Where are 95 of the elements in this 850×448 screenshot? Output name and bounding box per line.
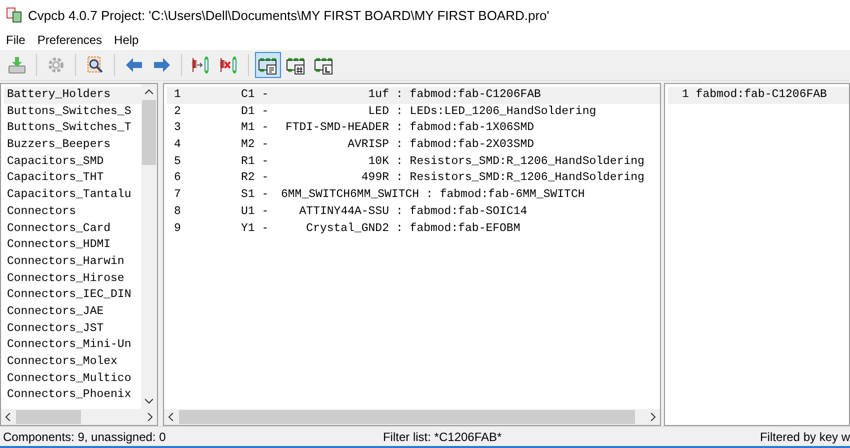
chevron-left-icon: [167, 413, 175, 421]
row-number: 2: [174, 104, 182, 120]
component-value: LED: [367, 104, 390, 120]
scrollbar-thumb[interactable]: [179, 410, 635, 424]
footprint-name: : fabmod:fab-SOIC14: [396, 204, 528, 220]
chevron-left-icon: [4, 413, 12, 421]
component-row[interactable]: 8 U1 - ATTINY44A-SSU : fabmod:fab-SOIC14: [167, 204, 660, 220]
library-item[interactable]: Capacitors_THT: [4, 170, 141, 188]
window-title: Cvpcb 4.0.7 Project: 'C:\Users\Dell\Documents\MY FIRST BOARD\MY FIRST BOARD.pro': [28, 8, 550, 22]
component-row[interactable]: 5 R1 - 10K : Resistors_SMD:R_1206_HandSoldering: [167, 154, 660, 170]
library-item[interactable]: Buttons_Switches_S: [4, 104, 141, 120]
footprint-item[interactable]: 1 fabmod:fab-C1206FAB: [668, 87, 849, 104]
row-number: 8: [174, 204, 182, 220]
chevron-down-icon: [145, 397, 153, 405]
status-text: Filtered by key w: [758, 430, 850, 444]
chevron-up-icon: [145, 88, 153, 96]
search-icon: [85, 55, 105, 75]
library-item[interactable]: Connectors_Molex: [4, 354, 141, 371]
library-item[interactable]: Capacitors_Tantalu: [4, 187, 141, 204]
vertical-scrollbar[interactable]: [141, 84, 157, 409]
footprint-name: : Resistors_SMD:R_1206_HandSoldering: [396, 154, 644, 170]
chip-list-icon: [258, 55, 278, 75]
library-item[interactable]: Buttons_Switches_T: [4, 120, 141, 138]
footprint-name: : LEDs:LED_1206_HandSoldering: [396, 104, 596, 120]
component-value: 499R: [360, 170, 390, 186]
footprint-name: : fabmod:fab-2X03SMD: [396, 137, 534, 154]
library-item[interactable]: Connectors_Multico: [4, 370, 141, 388]
tool-button[interactable]: [255, 52, 281, 78]
status-text: Filter list: *C1206FAB*: [382, 430, 503, 444]
component-row[interactable]: 2 D1 - LED : LEDs:LED_1206_HandSoldering: [167, 104, 660, 120]
row-number: 6: [174, 170, 182, 186]
library-item[interactable]: Capacitors_SMD: [4, 154, 141, 170]
download-icon: [7, 55, 27, 75]
menu-item[interactable]: Help: [108, 33, 145, 47]
component-row[interactable]: 4 M2 - AVRISP : fabmod:fab-2X03SMD: [167, 137, 660, 154]
component-value: 1uf: [367, 87, 390, 103]
footprint-name: : fabmod:fab-C1206FAB: [396, 87, 541, 103]
arrow-right-icon: [152, 55, 172, 75]
component-value: Crystal_GND2: [305, 220, 390, 236]
library-item[interactable]: Connectors: [4, 204, 141, 220]
row-number: 1: [174, 87, 182, 103]
scrollbar-thumb[interactable]: [16, 410, 81, 424]
component-row[interactable]: 6 R2 - 499R : Resistors_SMD:R_1206_HandSoldering: [167, 170, 660, 188]
row-number: 5: [174, 154, 182, 170]
library-item[interactable]: Connectors_Phoenix: [4, 387, 141, 404]
reference: M2 -: [241, 137, 270, 154]
component-value: ATTINY44A-SSU: [298, 204, 390, 220]
library-item[interactable]: Connectors_Harwin: [4, 254, 141, 271]
chevron-right-icon: [146, 413, 154, 421]
row-number: 3: [174, 120, 182, 136]
library-item[interactable]: Connectors_JAE: [4, 304, 141, 321]
component-value: AVRISP: [346, 137, 390, 154]
row-number: 4: [174, 137, 182, 154]
component-row[interactable]: 1 C1 - 1uf : fabmod:fab-C1206FAB: [167, 87, 660, 104]
reference: D1 -: [241, 104, 270, 120]
component-value: 10K: [367, 154, 390, 170]
footprint-name: : fabmod:fab-EFOBM: [396, 220, 520, 236]
component-value: FTDI-SMD-HEADER: [284, 120, 390, 136]
reference: U1 -: [241, 204, 270, 220]
resistor-cross-icon: [219, 55, 239, 75]
settings-icon: [46, 55, 66, 75]
scrollbar-thumb[interactable]: [142, 100, 156, 165]
app-icon: [6, 7, 22, 23]
row-number: 9: [174, 220, 182, 236]
horizontal-scrollbar[interactable]: [164, 409, 660, 425]
library-item[interactable]: Connectors_IEC_DIN: [4, 287, 141, 304]
library-item[interactable]: Buzzers_Beepers: [4, 137, 141, 154]
menu-item[interactable]: Preferences: [31, 33, 108, 47]
reference: R1 -: [241, 154, 270, 170]
footprint-name: : fabmod:fab-1X06SMD: [396, 120, 534, 136]
menu-item[interactable]: File: [0, 33, 32, 47]
library-item[interactable]: Connectors_HDMI: [4, 237, 141, 254]
library-item[interactable]: Connectors_Mini-Un: [4, 337, 141, 354]
component-row[interactable]: 3 M1 - FTDI-SMD-HEADER : fabmod:fab-1X06SMD: [167, 120, 660, 138]
horizontal-scrollbar[interactable]: [1, 409, 157, 425]
reference: C1 -: [241, 87, 270, 103]
reference: R2 -: [241, 170, 270, 186]
reference: Y1 -: [241, 220, 270, 236]
chip-hash-icon: [286, 55, 306, 75]
library-item[interactable]: Connectors_JST: [4, 320, 141, 338]
status-text: Components: 9, unassigned: 0: [2, 430, 167, 444]
resistor-arrow-icon: [191, 55, 211, 75]
library-item[interactable]: Connectors_Hirose: [4, 270, 141, 288]
chevron-right-icon: [649, 413, 657, 421]
library-item[interactable]: Connectors_Card: [4, 220, 141, 238]
reference: M1 -: [241, 120, 270, 136]
reference: S1 -: [241, 187, 270, 204]
footprint-name: : Resistors_SMD:R_1206_HandSoldering: [396, 170, 644, 186]
library-item[interactable]: Battery_Holders: [4, 87, 141, 104]
component-row[interactable]: 9 Y1 - Crystal_GND2 : fabmod:fab-EFOBM: [167, 220, 660, 238]
footprint-name: : fabmod:fab-6MM_SWITCH: [426, 187, 585, 204]
chip-letter-icon: [314, 55, 334, 75]
component-row[interactable]: 7 S1 - 6MM_SWITCH6MM_SWITCH : fabmod:fab-6MM_SWITCH: [167, 187, 660, 204]
row-number: 7: [174, 187, 182, 204]
component-value: 6MM_SWITCH6MM_SWITCH: [281, 187, 420, 204]
